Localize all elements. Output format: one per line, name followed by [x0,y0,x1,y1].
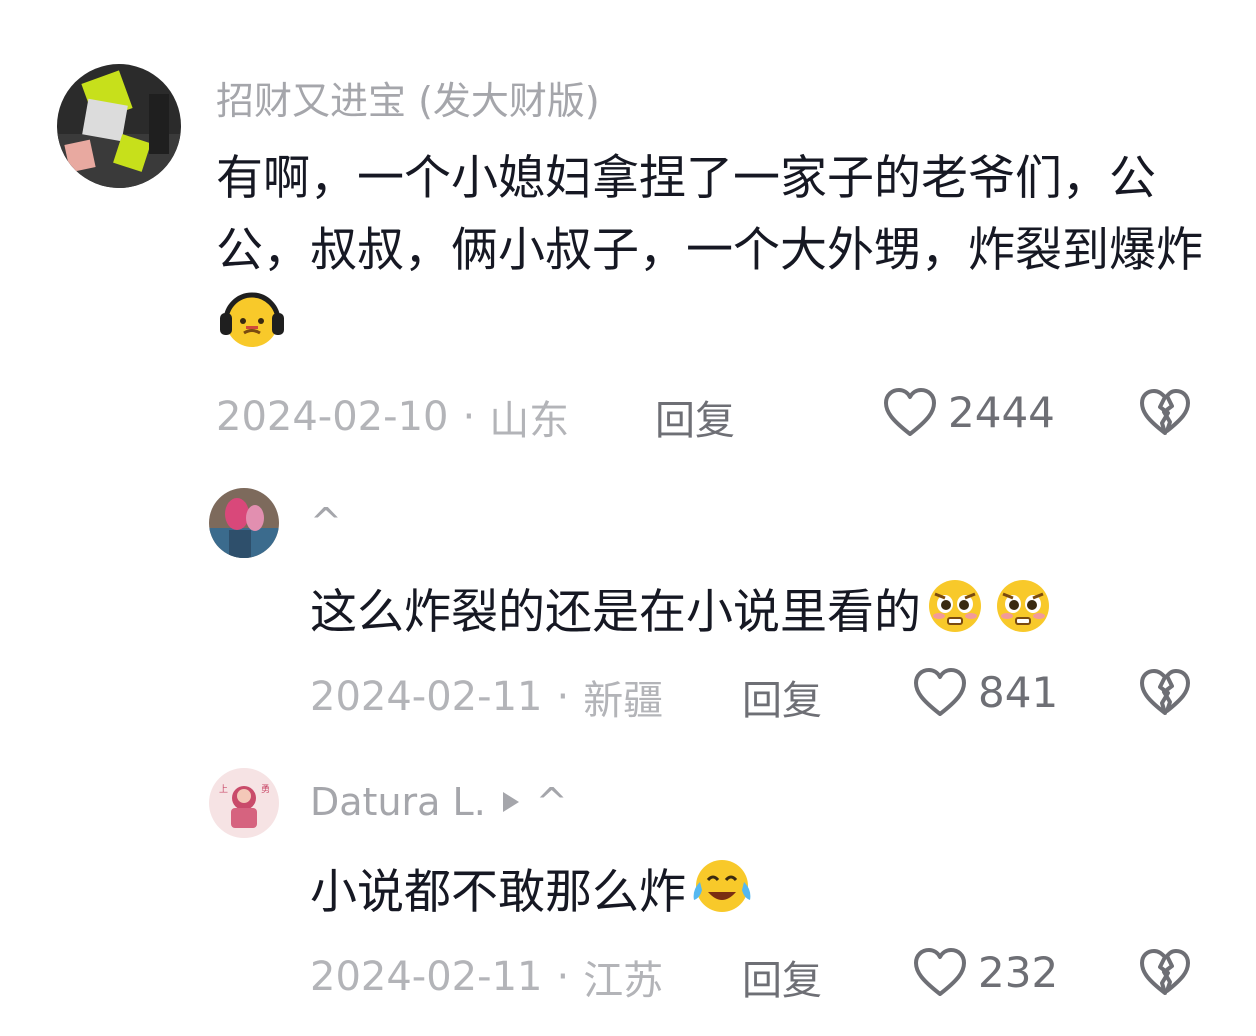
heart-icon [914,668,966,716]
like-button[interactable]: 841 [912,666,1058,718]
broken-heart-icon[interactable] [1138,387,1192,437]
reply-button[interactable]: 回复 [742,948,822,1006]
avatar[interactable] [57,64,181,188]
username[interactable]: ^ [310,500,342,544]
comment-text: 这么炸裂的还是在小说里看的 [310,572,1210,657]
meta-separator: · [556,954,570,1000]
avatar-image [57,64,181,188]
broken-heart-icon[interactable] [1138,947,1192,997]
reply-button[interactable]: 回复 [655,388,735,446]
avatar[interactable]: 上 勇 [209,768,279,838]
username[interactable]: Datura L. ^ [310,780,568,824]
comment-text-content: 小说都不敢那么炸 [310,865,686,920]
username-text[interactable]: 招财又进宝 (发大财版) [216,70,600,125]
comment-date: 2024-02-10 [216,394,449,440]
comment-location: 江苏 [583,958,664,1004]
meta-separator: · [462,394,476,440]
like-count: 232 [978,947,1059,997]
avatar-image: 上 勇 [209,768,279,838]
comment-text: 有啊，一个小媳妇拿捏了一家子的老爷们，公公，叔叔，俩小叔子，一个大外甥，炸裂到爆… [216,143,1216,372]
comment-meta: 2024-02-11 · 新疆 [310,668,663,726]
heart-icon [914,948,966,996]
meta-separator: · [556,674,570,720]
avatar-image [209,488,279,558]
comment-location: 山东 [489,398,570,444]
reply-button[interactable]: 回复 [742,668,822,726]
username[interactable]: 招财又进宝 (发大财版) [216,70,600,125]
comment-text: 小说都不敢那么炸 [310,852,1210,937]
username-suffix: ^ [535,780,568,824]
pleading-face-emoji [921,572,989,657]
crying-laughing-emoji [686,852,758,937]
like-count: 841 [978,667,1059,717]
play-arrow-icon [502,792,519,812]
like-count: 2444 [948,387,1055,437]
like-button[interactable]: 2444 [882,386,1055,438]
svg-text:勇: 勇 [261,784,270,795]
pleading-face-emoji [989,572,1057,657]
heart-icon [884,388,936,436]
comment-location: 新疆 [583,678,664,724]
comment-meta: 2024-02-10 · 山东 [216,388,569,446]
svg-text:上: 上 [219,784,228,795]
avatar[interactable] [209,488,279,558]
username-text[interactable]: ^ [310,500,342,544]
like-button[interactable]: 232 [912,946,1058,998]
comment-date: 2024-02-11 [310,674,543,720]
headphone-face-emoji [216,287,288,372]
broken-heart-icon[interactable] [1138,667,1192,717]
username-text[interactable]: Datura L. [310,780,486,824]
comment-date: 2024-02-11 [310,954,543,1000]
comment-text-content: 有啊，一个小媳妇拿捏了一家子的老爷们，公公，叔叔，俩小叔子，一个大外甥，炸裂到爆… [216,151,1203,278]
comment-meta: 2024-02-11 · 江苏 [310,948,663,1006]
comment-text-content: 这么炸裂的还是在小说里看的 [310,585,921,640]
